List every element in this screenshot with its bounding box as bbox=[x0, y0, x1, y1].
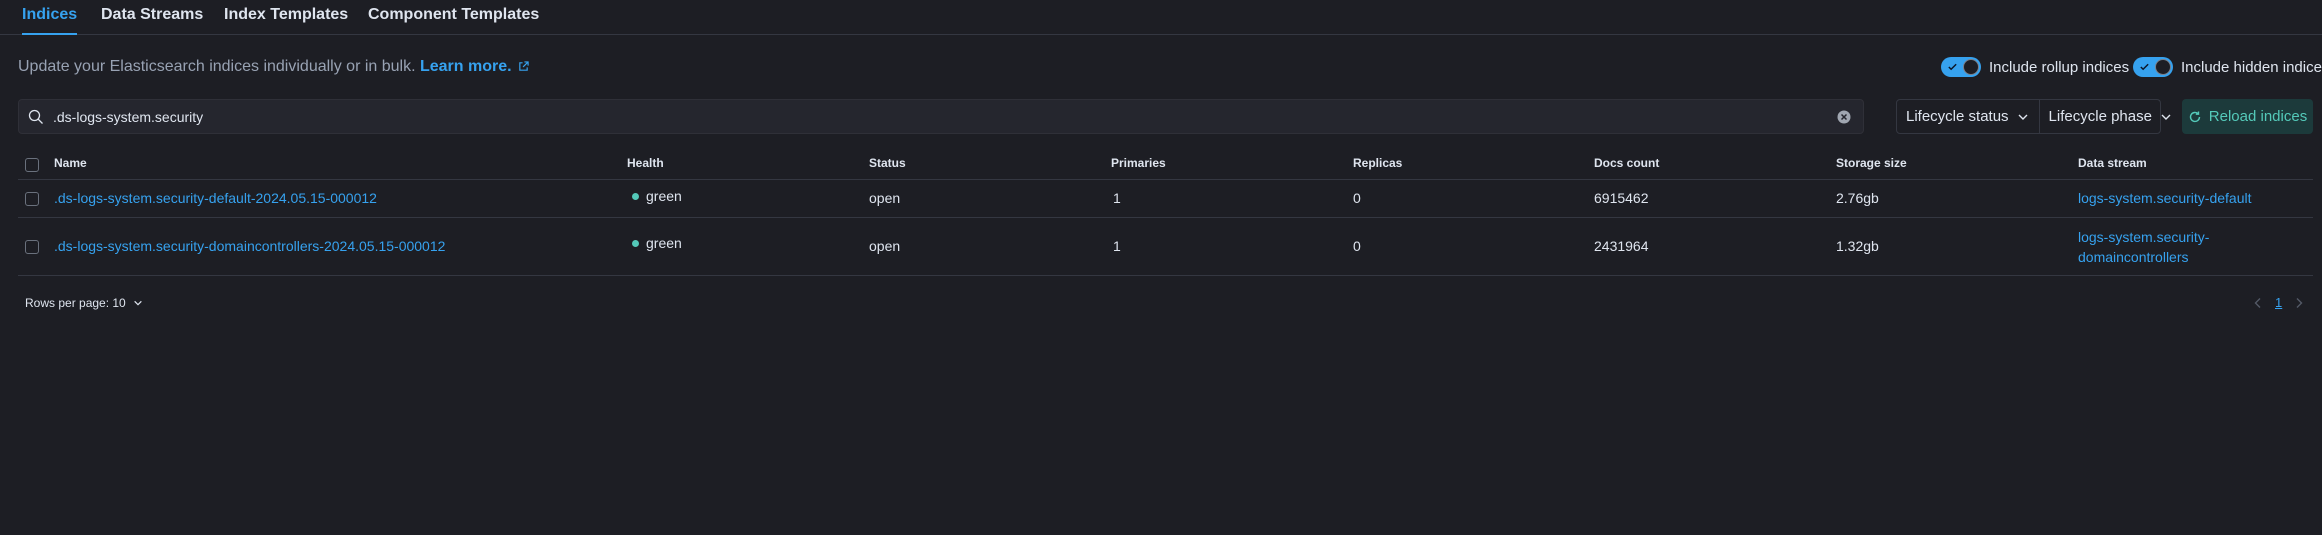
tab-component-templates[interactable]: Component Templates bbox=[368, 6, 539, 35]
row-checkbox[interactable] bbox=[25, 240, 39, 254]
rows-per-page-label: Rows per page: 10 bbox=[25, 296, 126, 310]
rollup-label: Include rollup indices bbox=[1989, 58, 2130, 76]
column-header-status[interactable]: Status bbox=[869, 156, 906, 170]
check-icon bbox=[2140, 63, 2149, 71]
page-description: Update your Elasticsearch indices indivi… bbox=[18, 58, 529, 76]
column-header-name[interactable]: Name bbox=[54, 156, 87, 170]
learn-more-label: Learn more. bbox=[419, 58, 512, 75]
search-icon bbox=[28, 109, 43, 124]
storage-size-cell: 1.32gb bbox=[1836, 238, 1879, 254]
primaries-cell: 1 bbox=[1113, 190, 1121, 206]
index-name-link[interactable]: .ds-logs-system.security-domaincontrolle… bbox=[54, 238, 445, 254]
chevron-left-icon[interactable] bbox=[2253, 297, 2263, 309]
table-header: Name Health Status Primaries Replicas Do… bbox=[18, 150, 2313, 180]
hidden-switch[interactable] bbox=[2133, 57, 2173, 77]
description-text: Update your Elasticsearch indices indivi… bbox=[18, 58, 416, 75]
page-button[interactable]: 1 bbox=[2275, 295, 2282, 310]
rows-per-page-button[interactable]: Rows per page: 10 bbox=[25, 296, 143, 310]
chevron-down-icon bbox=[133, 300, 142, 306]
health-label: green bbox=[646, 188, 682, 204]
learn-more-link[interactable]: Learn more. bbox=[420, 58, 529, 75]
external-link-icon bbox=[518, 61, 529, 71]
chevron-right-icon[interactable] bbox=[2294, 297, 2304, 309]
data-stream-link[interactable]: logs-system.security-default bbox=[2078, 190, 2252, 206]
column-header-data-stream[interactable]: Data stream bbox=[2078, 156, 2147, 170]
health-cell: green bbox=[632, 188, 682, 204]
replicas-cell: 0 bbox=[1353, 238, 1361, 254]
search-box bbox=[18, 99, 1864, 134]
primaries-cell: 1 bbox=[1113, 238, 1121, 254]
switch-knob bbox=[1963, 59, 1979, 75]
switch-knob bbox=[2155, 59, 2171, 75]
indices-table: Name Health Status Primaries Replicas Do… bbox=[18, 150, 2313, 276]
health-dot bbox=[632, 193, 639, 200]
table-row: .ds-logs-system.security-domaincontrolle… bbox=[18, 218, 2313, 276]
docs-count-cell: 2431964 bbox=[1594, 238, 1649, 254]
table-row: .ds-logs-system.security-default-2024.05… bbox=[18, 180, 2313, 218]
lifecycle-filter-group: Lifecycle status Lifecycle phase bbox=[1896, 99, 2171, 134]
tab-data-streams[interactable]: Data Streams bbox=[101, 6, 203, 35]
tab-indices[interactable]: Indices bbox=[22, 6, 78, 35]
include-hidden-toggle[interactable]: Include hidden indices bbox=[2133, 56, 2322, 78]
data-stream-link[interactable]: logs-system.security-domaincontrollers bbox=[2078, 227, 2258, 267]
lifecycle-phase-filter[interactable]: Lifecycle phase bbox=[2038, 100, 2182, 133]
storage-size-cell: 2.76gb bbox=[1836, 190, 1879, 206]
lifecycle-status-label: Lifecycle status bbox=[1906, 108, 2009, 125]
index-name-link[interactable]: .ds-logs-system.security-default-2024.05… bbox=[54, 190, 377, 206]
lifecycle-status-filter[interactable]: Lifecycle status bbox=[1897, 100, 2039, 133]
status-cell: open bbox=[869, 238, 901, 254]
check-icon bbox=[1948, 63, 1957, 71]
health-label: green bbox=[646, 235, 682, 251]
reload-label: Reload indices bbox=[2208, 108, 2308, 125]
rollup-switch[interactable] bbox=[1941, 57, 1981, 77]
health-cell: green bbox=[632, 235, 682, 251]
select-all-checkbox[interactable] bbox=[25, 158, 39, 172]
hidden-label: Include hidden indices bbox=[2181, 58, 2322, 76]
chevron-down-icon bbox=[2018, 114, 2028, 120]
include-rollup-toggle[interactable]: Include rollup indices bbox=[1941, 56, 2129, 78]
replicas-cell: 0 bbox=[1353, 190, 1361, 206]
tab-index-templates[interactable]: Index Templates bbox=[224, 6, 348, 35]
tab-bar: Indices Data Streams Index Templates Com… bbox=[0, 0, 2322, 35]
refresh-icon bbox=[2189, 111, 2200, 122]
status-cell: open bbox=[869, 190, 901, 206]
health-dot bbox=[632, 240, 639, 247]
docs-count-cell: 6915462 bbox=[1594, 190, 1649, 206]
column-header-docs-count[interactable]: Docs count bbox=[1594, 156, 1659, 170]
column-header-storage-size[interactable]: Storage size bbox=[1836, 156, 1907, 170]
chevron-down-icon bbox=[2161, 114, 2171, 120]
lifecycle-phase-label: Lifecycle phase bbox=[2048, 108, 2152, 125]
column-header-primaries[interactable]: Primaries bbox=[1111, 156, 1166, 170]
pagination: 1 bbox=[2253, 295, 2304, 310]
column-header-replicas[interactable]: Replicas bbox=[1353, 156, 1402, 170]
clear-icon[interactable] bbox=[1837, 110, 1851, 124]
search-input[interactable] bbox=[53, 100, 1823, 133]
row-checkbox[interactable] bbox=[25, 192, 39, 206]
column-header-health[interactable]: Health bbox=[627, 156, 664, 170]
reload-indices-button[interactable]: Reload indices bbox=[2182, 99, 2313, 134]
